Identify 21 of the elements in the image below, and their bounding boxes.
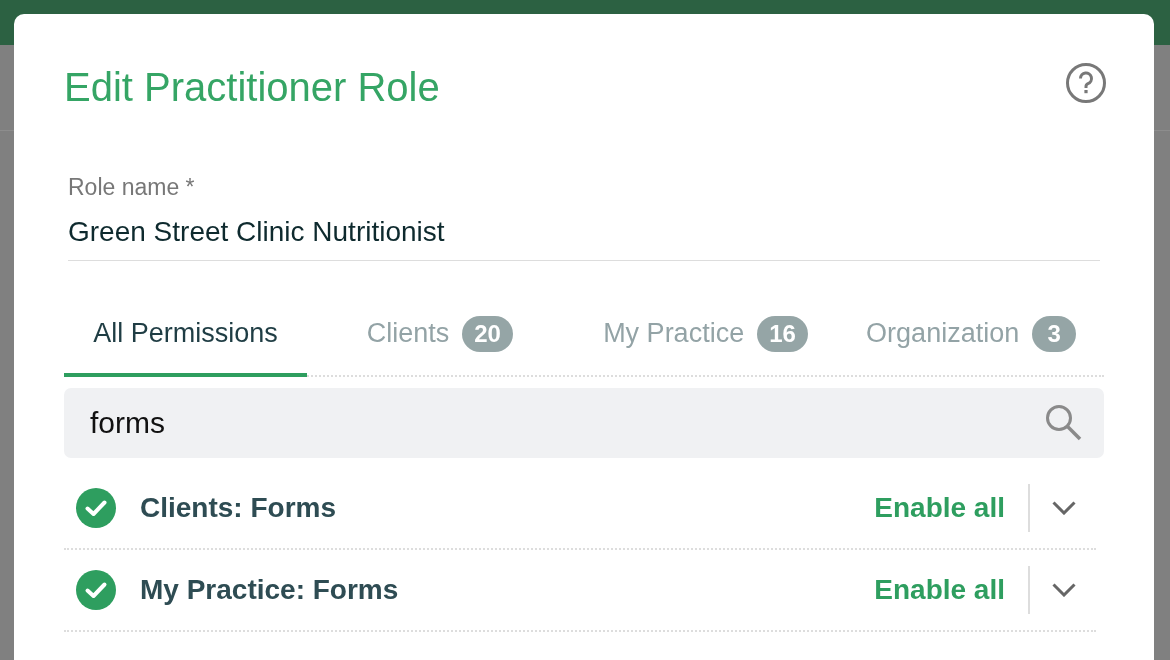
count-badge: 16: [757, 315, 808, 352]
dialog-title: Edit Practitioner Role: [64, 64, 440, 110]
tab[interactable]: Organization 3: [838, 298, 1104, 377]
search-field[interactable]: forms: [64, 388, 1104, 458]
enable-all-link[interactable]: Enable all: [874, 569, 1005, 611]
field-label: Role name *: [68, 174, 196, 200]
tab[interactable]: Clients 20: [307, 298, 573, 377]
count-badge: 20: [462, 315, 513, 352]
chevron-icon[interactable]: [1052, 583, 1076, 597]
search-icon: [1045, 404, 1082, 441]
permission-group-title: Clients: Forms: [140, 491, 338, 525]
help-icon[interactable]: [1066, 63, 1106, 103]
chevron-icon[interactable]: [1052, 501, 1076, 515]
permission-group-title: My Practice: Forms: [140, 573, 400, 607]
tab[interactable]: All Permissions: [64, 298, 307, 377]
check-circle-icon[interactable]: [76, 570, 116, 610]
count-badge: 3: [1032, 315, 1077, 352]
tab[interactable]: My Practice 16: [572, 298, 839, 377]
check-circle-icon[interactable]: [76, 488, 116, 528]
role-name-field[interactable]: Green Street Clinic Nutritionist: [68, 215, 1100, 261]
enable-all-link[interactable]: Enable all: [874, 487, 1005, 529]
